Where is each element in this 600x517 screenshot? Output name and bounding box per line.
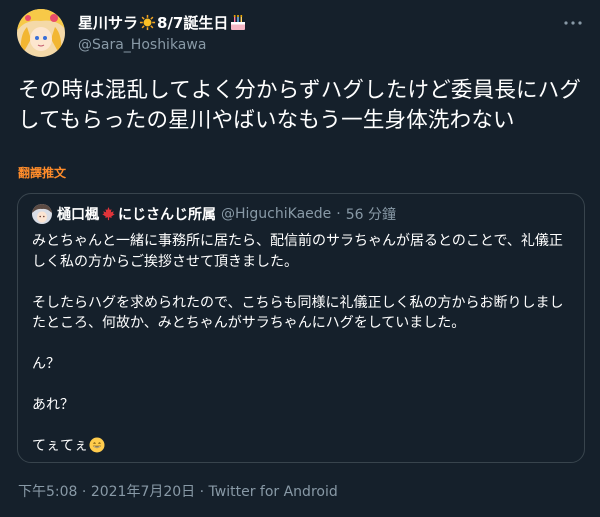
quoted-author-handle: @HiguchiKaede: [221, 206, 332, 222]
quoted-paragraph: そしたらハグを求められたので、こちらも同様に礼儀正しく私の方からお断りしましたと…: [32, 294, 564, 332]
quoted-author-affiliation: にじさんじ所属: [118, 207, 216, 223]
quoted-paragraph: あれ？: [32, 397, 74, 413]
quoted-paragraph: ん？: [32, 356, 60, 372]
more-dots-icon[interactable]: [562, 12, 584, 34]
quoted-tweet-body: みとちゃんと一緒に事務所に居たら、配信前のサラちゃんが居るとのことで、礼儀正しく…: [32, 231, 572, 457]
grinning-face-icon: [89, 437, 105, 453]
meta-separator: ·: [81, 484, 87, 500]
maple-leaf-emoji: [99, 206, 118, 223]
tweet-date[interactable]: 2021年7月20日: [91, 484, 195, 500]
author-display-name: 星川サラ: [78, 14, 139, 32]
quoted-time-ago: 56 分鐘: [345, 207, 396, 223]
quoted-last-text: てぇてぇ: [32, 438, 88, 454]
quoted-author-name: 樋口楓 にじさんじ所属: [57, 204, 216, 224]
quoted-tweet-header: 樋口楓 にじさんじ所属 @HiguchiKaede · 56 分鐘: [32, 204, 396, 224]
tweet-text: その時は混乱してよく分からずハグしたけど委員長にハグしてもらったの星川やばいなも…: [18, 78, 582, 133]
sun-emoji: [139, 14, 156, 32]
quoted-paragraph-last: てぇてぇ: [32, 436, 572, 457]
quoted-tweet[interactable]: 樋口楓 にじさんじ所属 @HiguchiKaede · 56 分鐘 みとちゃんと…: [17, 193, 585, 463]
meta-separator: ·: [199, 484, 205, 500]
author-name[interactable]: 星川サラ 8/7誕生日: [78, 12, 248, 33]
quoted-paragraph: みとちゃんと一緒に事務所に居たら、配信前のサラちゃんが居るとのことで、礼儀正しく…: [32, 233, 563, 270]
translate-tweet-link[interactable]: 翻譯推文: [18, 164, 66, 181]
author-birthday: 8/7誕生日: [157, 14, 229, 32]
quoted-author-display-name: 樋口楓: [57, 207, 99, 223]
quoted-separator: ·: [336, 206, 341, 222]
tweet-meta: 下午5:08 · 2021年7月20日 · Twitter for Androi…: [18, 481, 338, 501]
cake-emoji: [229, 14, 247, 32]
author-avatar[interactable]: [17, 9, 65, 57]
quoted-author-avatar: [32, 204, 52, 224]
tweet-time[interactable]: 下午5:08: [18, 484, 77, 500]
author-handle[interactable]: @Sara_Hoshikawa: [78, 37, 206, 53]
tweet-source[interactable]: Twitter for Android: [209, 484, 338, 500]
tweet: 星川サラ 8/7誕生日 @Sara_Hoshikawa その時は混乱してよく分か…: [0, 0, 600, 517]
